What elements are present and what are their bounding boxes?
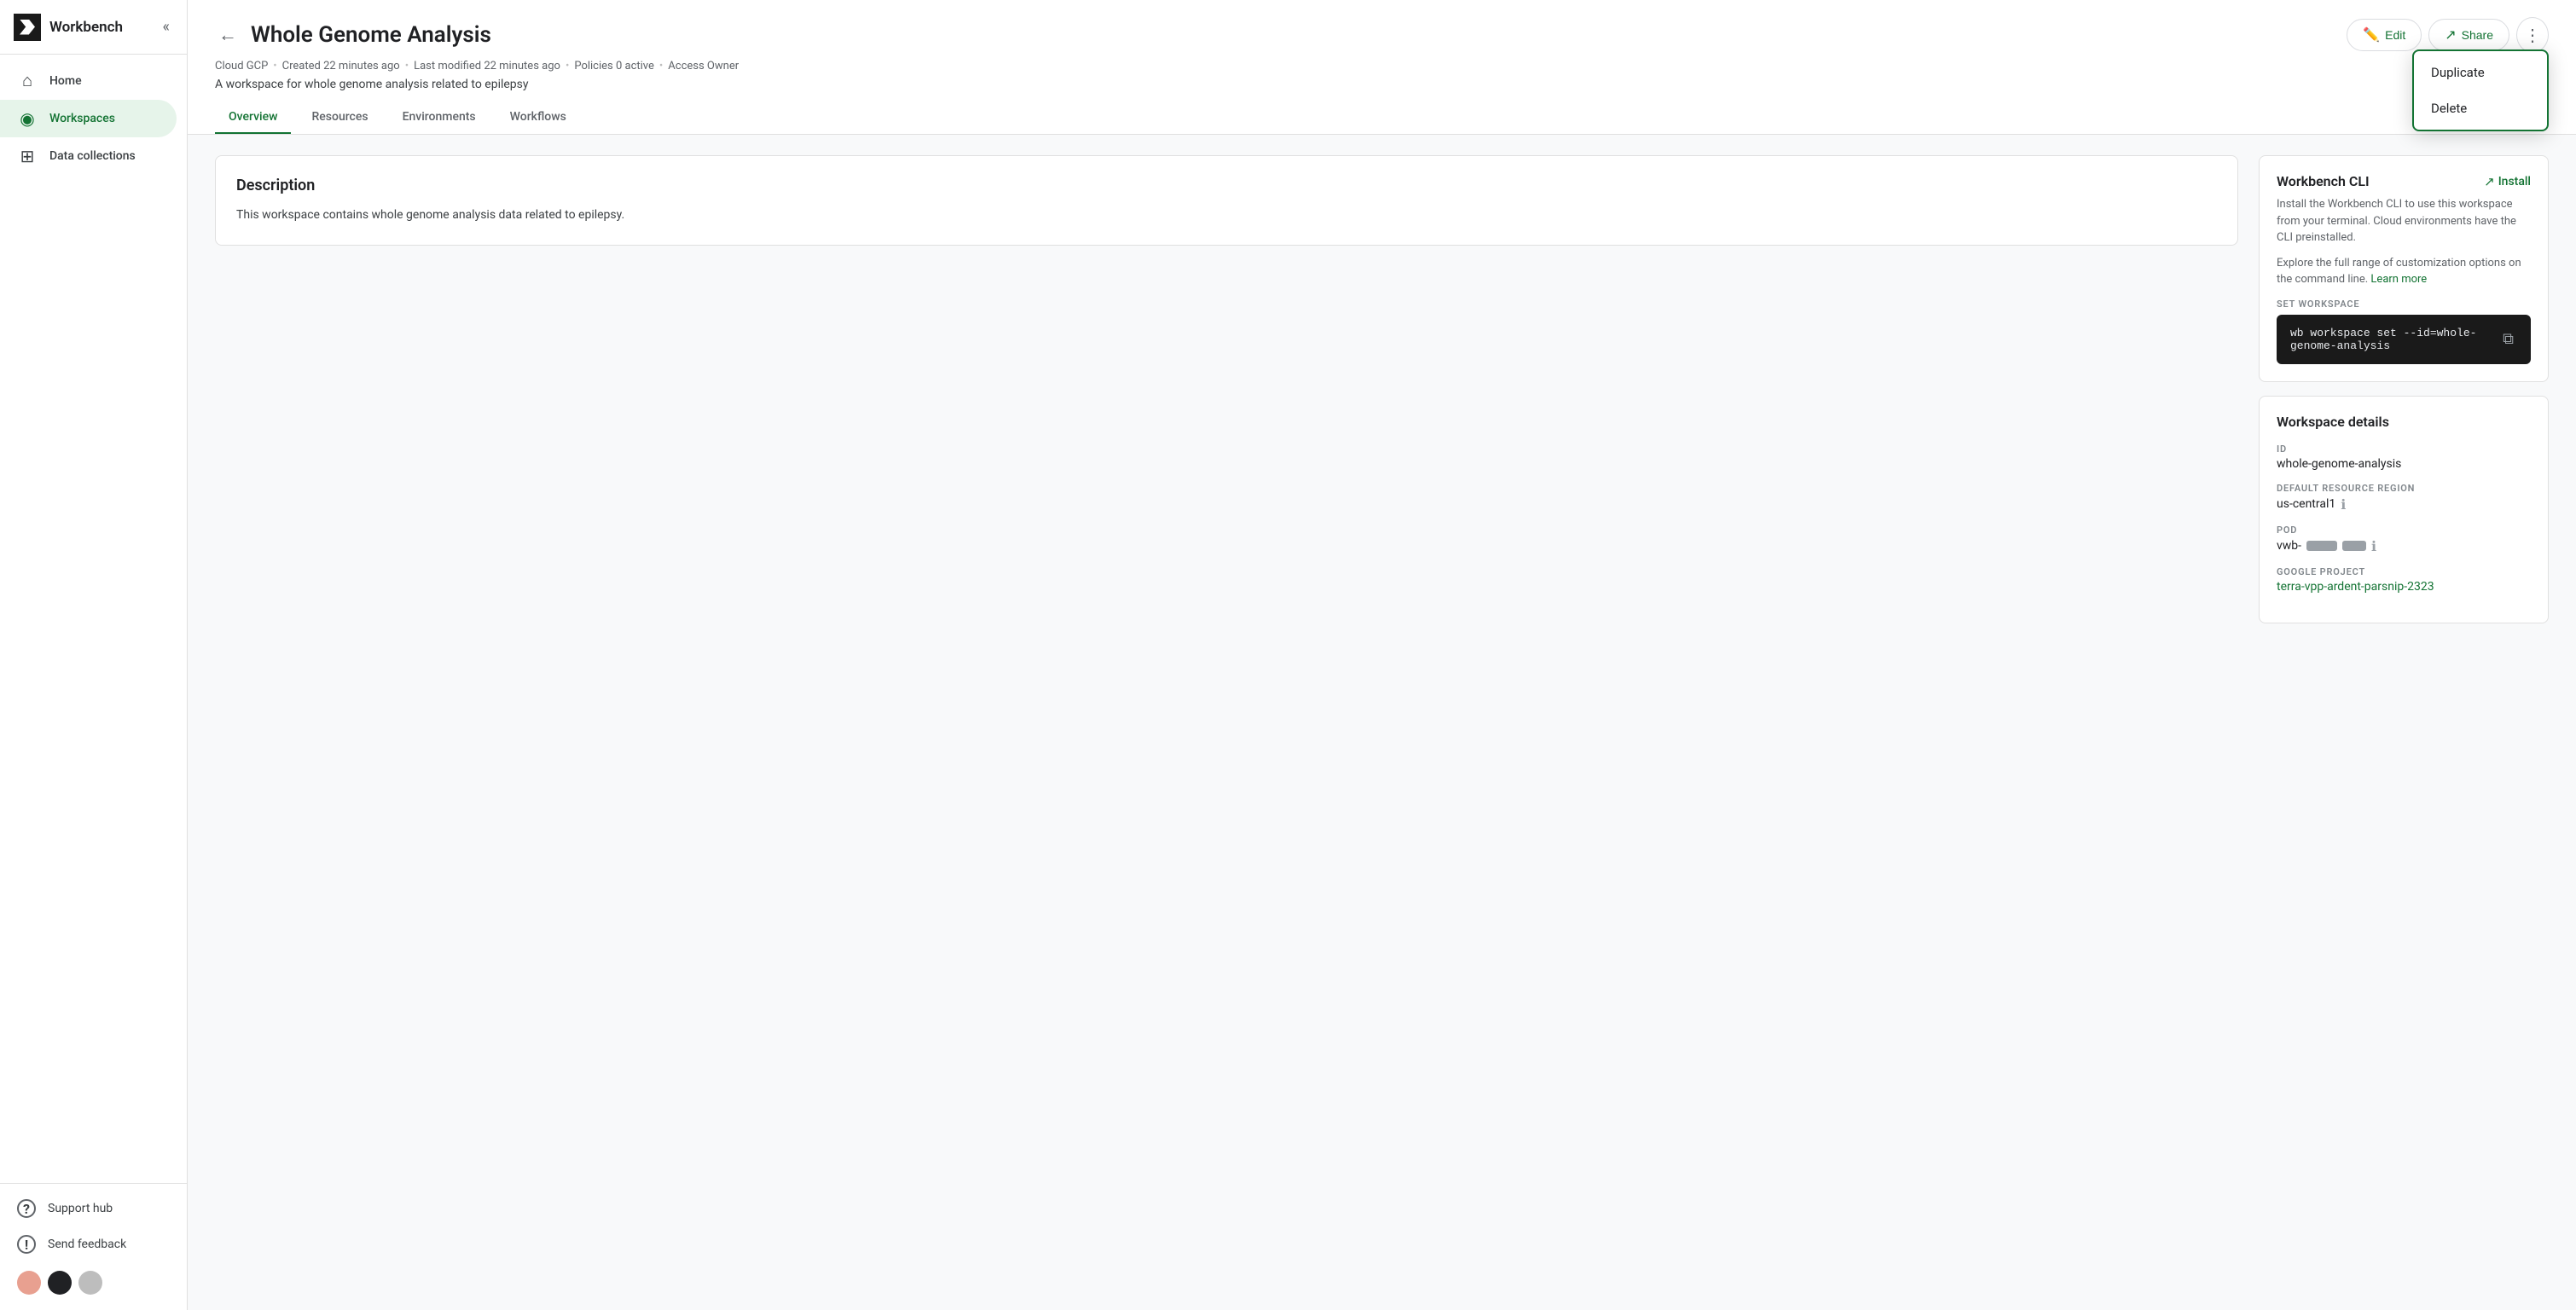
tab-workflows[interactable]: Workflows <box>496 101 580 134</box>
pod-value: vwb- ℹ <box>2277 538 2531 554</box>
install-label: Install <box>2498 175 2531 188</box>
copy-button[interactable]: ⧉ <box>2499 327 2517 351</box>
meta-sep3: • <box>566 60 569 72</box>
sidebar-brand-title: Workbench <box>49 19 123 36</box>
content-area: Description This workspace contains whol… <box>188 135 2576 1310</box>
dropdown-item-delete[interactable]: Delete <box>2414 90 2547 126</box>
page-meta: Cloud GCP • Created 22 minutes ago • Las… <box>215 60 2549 72</box>
pod-label: POD <box>2277 525 2531 536</box>
page-header: ← Whole Genome Analysis ✏️ Edit ↗ Share … <box>188 0 2576 135</box>
sidebar-item-home[interactable]: ⌂ Home <box>0 61 177 100</box>
region-value: us-central1 ℹ <box>2277 496 2531 513</box>
sidebar-logo <box>14 14 41 41</box>
meta-modified: Last modified 22 minutes ago <box>414 60 560 72</box>
edit-button[interactable]: ✏️ Edit <box>2347 19 2422 51</box>
sidebar-bottom-icon-support-hub: ? <box>17 1199 36 1218</box>
id-label: ID <box>2277 443 2531 455</box>
tab-overview[interactable]: Overview <box>215 101 291 134</box>
avatar-row <box>0 1262 187 1303</box>
tabs: OverviewResourcesEnvironmentsWorkflows <box>215 101 2549 134</box>
header-actions: ✏️ Edit ↗ Share ⋮ <box>2347 17 2549 53</box>
page-description: A workspace for whole genome analysis re… <box>215 78 2549 91</box>
share-label: Share <box>2462 28 2493 42</box>
avatar-1 <box>48 1271 72 1295</box>
avatar-0[interactable] <box>17 1271 41 1295</box>
pod-block: vwb- ℹ <box>2277 538 2376 554</box>
google-project-detail-row: GOOGLE PROJECT terra-vpp-ardent-parsnip-… <box>2277 566 2531 594</box>
sidebar-bottom-icon-send-feedback: ! <box>17 1235 36 1254</box>
sidebar-header: Workbench « <box>0 0 187 55</box>
workspace-details-card: Workspace details ID whole-genome-analys… <box>2259 396 2549 623</box>
install-link[interactable]: ↗ Install <box>2484 174 2531 189</box>
description-section: Description This workspace contains whol… <box>215 155 2238 246</box>
right-panel: Workbench CLI ↗ Install Install the Work… <box>2259 155 2549 1290</box>
more-options-button[interactable]: ⋮ <box>2516 17 2549 53</box>
dropdown-item-duplicate[interactable]: Duplicate <box>2414 55 2547 90</box>
pod-info-icon[interactable]: ℹ <box>2371 538 2376 554</box>
sidebar-nav: ⌂ Home ◉ Workspaces ⊞ Data collections <box>0 55 187 1183</box>
sidebar-bottom-label-support-hub: Support hub <box>48 1202 113 1215</box>
sidebar-bottom-label-send-feedback: Send feedback <box>48 1238 126 1251</box>
main-content: ← Whole Genome Analysis ✏️ Edit ↗ Share … <box>188 0 2576 1310</box>
main-column: Description This workspace contains whol… <box>215 155 2238 1290</box>
meta-sep4: • <box>659 60 663 72</box>
meta-sep1: • <box>273 60 276 72</box>
sidebar-icon-workspaces: ◉ <box>17 108 38 129</box>
pod-prefix: vwb- <box>2277 539 2301 553</box>
meta-sep2: • <box>405 60 409 72</box>
region-info-icon[interactable]: ℹ <box>2341 496 2346 513</box>
sidebar-item-data-collections[interactable]: ⊞ Data collections <box>0 137 177 175</box>
page-title-row: ← Whole Genome Analysis ✏️ Edit ↗ Share … <box>215 17 2549 53</box>
region-label: DEFAULT RESOURCE REGION <box>2277 483 2531 494</box>
edit-icon: ✏️ <box>2363 26 2380 43</box>
sidebar-bottom-item-send-feedback[interactable]: ! Send feedback <box>0 1226 187 1262</box>
tab-environments[interactable]: Environments <box>389 101 490 134</box>
sidebar-bottom-item-support-hub[interactable]: ? Support hub <box>0 1191 187 1226</box>
region-detail-row: DEFAULT RESOURCE REGION us-central1 ℹ <box>2277 483 2531 513</box>
description-text: This workspace contains whole genome ana… <box>236 206 2217 224</box>
share-icon: ↗ <box>2445 26 2456 43</box>
learn-more-link[interactable]: Learn more <box>2370 273 2427 286</box>
workbench-logo-icon <box>20 20 35 35</box>
back-button[interactable]: ← <box>215 20 241 49</box>
meta-policies: Policies 0 active <box>574 60 654 72</box>
sidebar-collapse-button[interactable]: « <box>160 14 173 39</box>
sidebar-item-workspaces[interactable]: ◉ Workspaces <box>0 100 177 137</box>
pod-detail-row: POD vwb- ℹ <box>2277 525 2531 554</box>
tab-resources[interactable]: Resources <box>298 101 381 134</box>
google-project-label: GOOGLE PROJECT <box>2277 566 2531 577</box>
sidebar-icon-data-collections: ⊞ <box>17 146 38 166</box>
sidebar-bottom: ? Support hub! Send feedback <box>0 1183 187 1310</box>
pod-redacted-2 <box>2342 541 2366 551</box>
cli-command-text: wb workspace set --id=whole- genome-anal… <box>2290 327 2492 352</box>
sidebar: Workbench « ⌂ Home ◉ Workspaces ⊞ Data collec… <box>0 0 188 1310</box>
cli-command-block: wb workspace set --id=whole- genome-anal… <box>2277 315 2531 364</box>
sidebar-icon-home: ⌂ <box>17 70 38 91</box>
avatar-2 <box>78 1271 102 1295</box>
description-heading: Description <box>236 177 2217 194</box>
id-detail-row: ID whole-genome-analysis <box>2277 443 2531 471</box>
meta-created: Created 22 minutes ago <box>282 60 400 72</box>
meta-access: Access Owner <box>668 60 739 72</box>
cli-card-body: Install the Workbench CLI to use this wo… <box>2277 196 2531 246</box>
id-value: whole-genome-analysis <box>2277 457 2531 471</box>
meta-cloud: Cloud GCP <box>215 60 268 72</box>
dropdown-menu: DuplicateDelete <box>2412 49 2549 131</box>
cli-card-body2: Explore the full range of customization … <box>2277 255 2531 288</box>
sidebar-label-home: Home <box>49 74 82 88</box>
details-card-title: Workspace details <box>2277 414 2531 430</box>
page-title: Whole Genome Analysis <box>251 22 2336 48</box>
google-project-link[interactable]: terra-vpp-ardent-parsnip-2323 <box>2277 580 2434 594</box>
set-workspace-label: SET WORKSPACE <box>2277 299 2531 310</box>
cli-card: Workbench CLI ↗ Install Install the Work… <box>2259 155 2549 382</box>
external-link-icon: ↗ <box>2484 174 2495 189</box>
cli-card-header: Workbench CLI ↗ Install <box>2277 173 2531 189</box>
sidebar-label-data-collections: Data collections <box>49 149 136 163</box>
pod-redacted-1 <box>2306 541 2337 551</box>
google-project-value: terra-vpp-ardent-parsnip-2323 <box>2277 580 2531 594</box>
edit-label: Edit <box>2385 28 2405 42</box>
share-button[interactable]: ↗ Share <box>2428 19 2509 51</box>
cli-card-title: Workbench CLI <box>2277 173 2370 189</box>
sidebar-label-workspaces: Workspaces <box>49 112 115 125</box>
